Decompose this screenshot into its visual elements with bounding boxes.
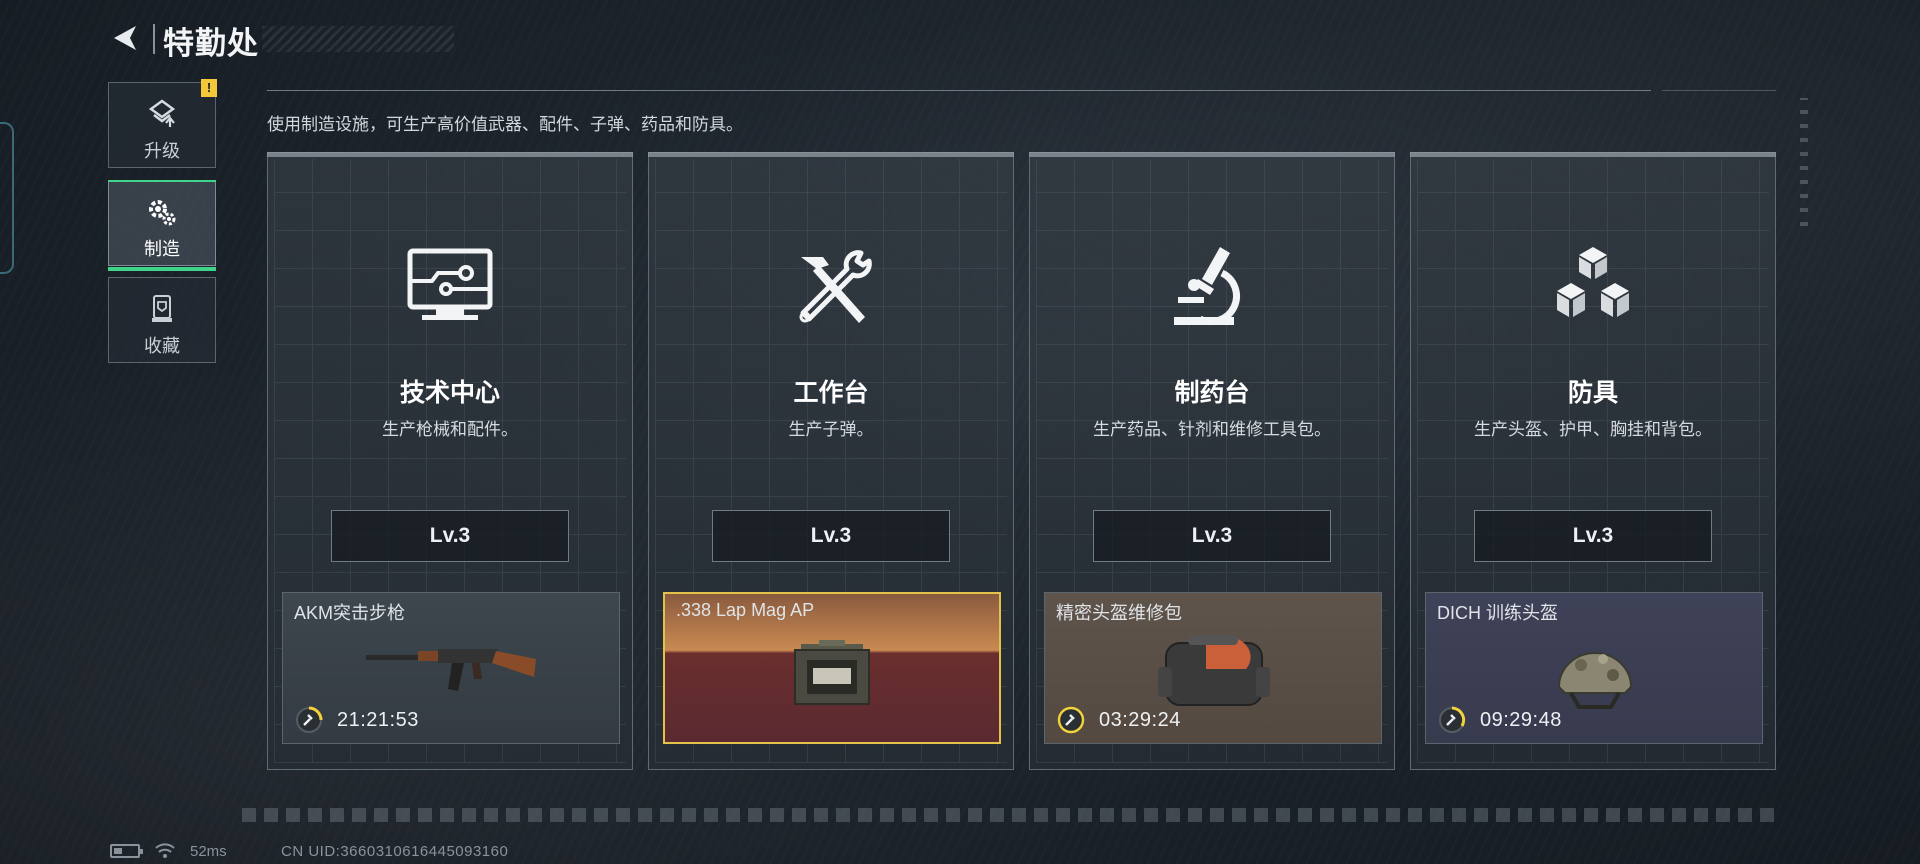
title-separator [153, 24, 155, 54]
facility-level: Lv.3 [1474, 510, 1712, 562]
page-description: 使用制造设施，可生产高价值武器、配件、子弹、药品和防具。 [267, 115, 743, 134]
active-tab-indicator [108, 267, 216, 271]
facility-card-armor[interactable]: 防具 生产头盔、护甲、胸挂和背包。 Lv.3 DICH 训练头盔 09:29:4… [1410, 152, 1776, 770]
facility-card-pharmacy[interactable]: 制药台 生产药品、针剂和维修工具包。 Lv.3 精密头盔维修包 03:29:24 [1029, 152, 1395, 770]
timer-text: 09:29:48 [1480, 708, 1562, 731]
ammo-box-icon [794, 640, 870, 705]
sidebar-item-label: 升级 [144, 141, 180, 161]
timer-icon [296, 706, 323, 733]
facility-description: 生产药品、针剂和维修工具包。 [1093, 420, 1331, 439]
timer-row: 03:29:24 [1057, 705, 1181, 735]
facility-level: Lv.3 [1093, 510, 1331, 562]
bottom-decoration [242, 808, 1782, 822]
timer-text: 21:21:53 [337, 708, 419, 731]
cubes-icon [1557, 247, 1629, 317]
production-slot[interactable]: DICH 训练头盔 09:29:48 [1425, 592, 1763, 744]
sidebar-item-collection[interactable]: 收藏 [108, 277, 216, 363]
title-decoration [262, 26, 454, 52]
facility-name: 技术中心 [399, 379, 500, 407]
header-divider-end [1662, 90, 1776, 91]
timer-text: 03:29:24 [1099, 708, 1181, 731]
facility-description: 生产头盔、护甲、胸挂和背包。 [1474, 420, 1712, 439]
monitor-circuit-icon [407, 248, 493, 320]
timer-icon [1439, 706, 1466, 733]
timer-icon [1057, 706, 1085, 734]
page-title: 特勤处 [163, 26, 259, 61]
microscope-icon [1174, 247, 1240, 325]
facility-name: 制药台 [1174, 379, 1250, 407]
alert-badge: ! [201, 79, 217, 97]
gear-icon [149, 200, 176, 226]
hammer-wrench-icon [799, 250, 872, 323]
sidebar-item-upgrade[interactable]: 升级 ! [108, 79, 217, 168]
facility-description: 生产子弹。 [788, 420, 874, 439]
wifi-icon [155, 843, 175, 858]
rifle-icon [366, 649, 536, 691]
production-slot[interactable]: AKM突击步枪 21:21:53 [282, 592, 620, 744]
timer-row: 21:21:53 [295, 705, 419, 735]
item-name: DICH 训练头盔 [1437, 603, 1558, 623]
trophy-icon [152, 295, 172, 322]
facility-card-workbench[interactable]: 工作台 生产子弹。 Lv.3 .338 Lap Mag AP [648, 152, 1014, 770]
facility-level: Lv.3 [712, 510, 950, 562]
production-slot[interactable]: .338 Lap Mag AP [663, 592, 1001, 744]
item-name: AKM突击步枪 [294, 603, 406, 623]
edge-bracket [0, 122, 14, 274]
back-button[interactable] [108, 20, 144, 56]
facility-description: 生产枪械和配件。 [382, 420, 518, 439]
item-name: 精密头盔维修包 [1056, 603, 1182, 623]
item-name: .338 Lap Mag AP [676, 600, 815, 620]
helmet-icon [1557, 652, 1633, 709]
header-divider [267, 90, 1651, 91]
status-bar: 52ms [110, 842, 227, 860]
facility-card-tech-center[interactable]: 技术中心 生产枪械和配件。 Lv.3 AKM突击步枪 21:21:53 [267, 152, 633, 770]
user-id: CN UID:3660310616445093160 [281, 843, 509, 860]
repair-bag-icon [1158, 635, 1270, 706]
sidebar-item-craft[interactable]: 制造 [108, 180, 216, 271]
facility-name: 防具 [1567, 379, 1618, 407]
battery-icon [110, 844, 143, 858]
ping-text: 52ms [190, 842, 227, 860]
timer-row: 09:29:48 [1438, 705, 1562, 735]
facility-level: Lv.3 [331, 510, 569, 562]
right-decoration [1800, 98, 1808, 226]
upgrade-icon [148, 99, 176, 127]
back-arrow-icon [114, 26, 136, 50]
active-tab-topline [108, 180, 216, 182]
production-slot[interactable]: 精密头盔维修包 03:29:24 [1044, 592, 1382, 744]
sidebar-item-label: 制造 [144, 239, 180, 259]
sidebar-item-label: 收藏 [144, 336, 180, 356]
facility-name: 工作台 [793, 379, 869, 407]
